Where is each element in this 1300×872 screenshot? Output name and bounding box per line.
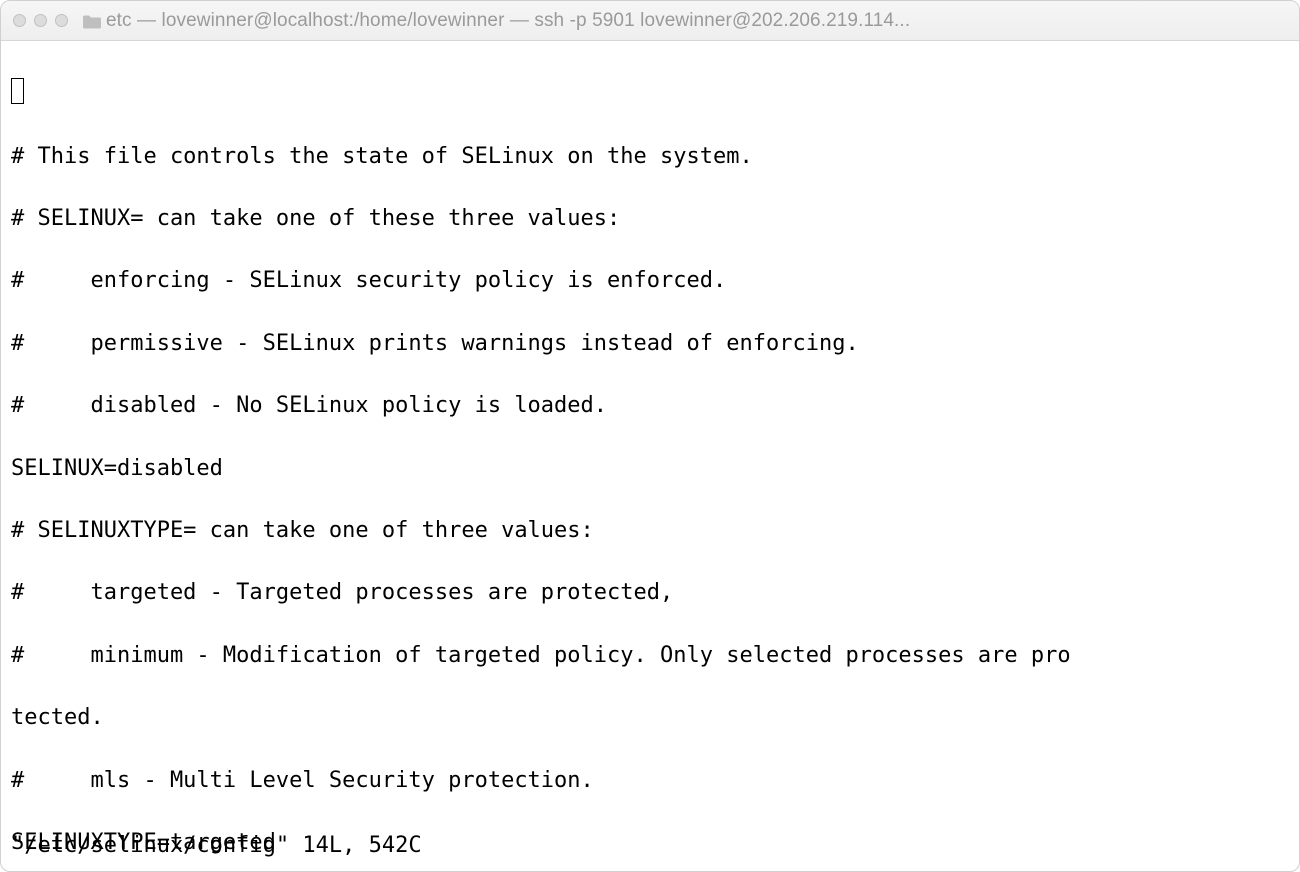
- file-line: # disabled - No SELinux policy is loaded…: [11, 390, 1289, 421]
- file-line: SELINUX=disabled: [11, 453, 1289, 484]
- file-line: # enforcing - SELinux security policy is…: [11, 265, 1289, 296]
- vim-status-line: "/etc/selinux/config" 14L, 542C: [11, 830, 422, 861]
- file-line: # minimum - Modification of targeted pol…: [11, 640, 1289, 671]
- cursor: [11, 78, 24, 104]
- file-line: # mls - Multi Level Security protection.: [11, 765, 1289, 796]
- file-line: # This file controls the state of SELinu…: [11, 141, 1289, 172]
- file-line: # targeted - Targeted processes are prot…: [11, 577, 1289, 608]
- window-titlebar: etc — lovewinner@localhost:/home/lovewin…: [1, 1, 1299, 41]
- close-window-button[interactable]: [13, 14, 26, 27]
- file-line: tected.: [11, 702, 1289, 733]
- traffic-lights: [13, 14, 68, 27]
- file-line: # SELINUXTYPE= can take one of three val…: [11, 515, 1289, 546]
- file-line: [11, 78, 1289, 109]
- minimize-window-button[interactable]: [34, 14, 47, 27]
- folder-icon: [82, 14, 100, 28]
- terminal-content[interactable]: # This file controls the state of SELinu…: [1, 41, 1299, 871]
- file-line: # permissive - SELinux prints warnings i…: [11, 328, 1289, 359]
- window-title: etc — lovewinner@localhost:/home/lovewin…: [106, 10, 1287, 32]
- file-line: # SELINUX= can take one of these three v…: [11, 203, 1289, 234]
- maximize-window-button[interactable]: [55, 14, 68, 27]
